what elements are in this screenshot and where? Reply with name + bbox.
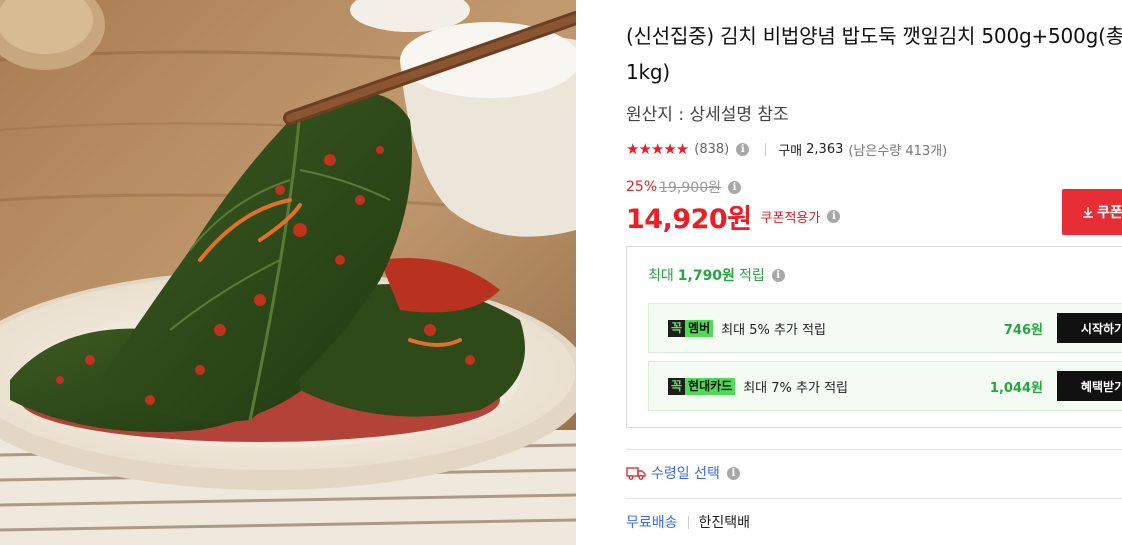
download-icon (1083, 207, 1093, 218)
rating-stars[interactable]: ★★★★★ (626, 140, 689, 158)
courier-name: 한진택배 (698, 515, 751, 531)
rating-row: ★★★★★ (838) i 구매 2,363 (남은수량 413개) (626, 139, 947, 159)
start-button[interactable]: 시작하기 (1057, 313, 1122, 343)
original-price: 19,900원 (659, 180, 721, 196)
discount-rate: 25% (626, 179, 658, 195)
info-icon[interactable]: i (827, 209, 841, 223)
reward-amount: 1,044원 (989, 380, 1043, 396)
reward-row-card: 꼭 현대카드 최대 7% 추가 적립 1,044원 혜택받기 (648, 361, 1122, 411)
sale-price-row: 14,920원 쿠폰적용가 i (626, 199, 841, 235)
coupon-download-button[interactable]: 쿠폰 (1062, 189, 1122, 235)
truck-icon (626, 467, 646, 480)
brand-badge: 현대카드 (685, 377, 736, 395)
kimchi-photo (0, 0, 576, 545)
divider (626, 498, 1122, 499)
origin-label: 원산지 : 상세설명 참조 (626, 105, 789, 125)
remaining-stock: (남은수량 413개) (848, 143, 948, 159)
brand-mark: 꼭 (668, 319, 686, 337)
divider (687, 515, 689, 529)
brand-badge: 멤버 (685, 319, 714, 337)
reward-suffix: 적립 (738, 268, 765, 284)
product-image (0, 0, 576, 545)
product-title: (신선집중) 김치 비법양념 밥도둑 깻잎김치 500g+500g(총 1kg) (626, 24, 1122, 84)
shipping-row: 무료배송 한진택배 (626, 512, 750, 532)
divider (626, 449, 1122, 450)
info-icon[interactable]: i (726, 466, 740, 480)
info-icon[interactable]: i (736, 142, 750, 156)
product-info-panel: (신선집중) 김치 비법양념 밥도둑 깻잎김치 500g+500g(총 1kg)… (576, 0, 1122, 545)
reward-box: 최대 1,790원 적립 i 꼭 멤버 최대 5% 추가 적립 746원 시작하… (626, 246, 1122, 428)
rating-count[interactable]: (838) (694, 142, 729, 157)
purchase-count: 2,363 (806, 141, 844, 157)
info-icon[interactable]: i (728, 180, 741, 194)
sale-price: 14,920원 (626, 203, 752, 235)
free-shipping-label: 무료배송 (626, 515, 678, 531)
brand-mark: 꼭 (668, 377, 686, 395)
reward-prefix: 최대 (648, 268, 674, 284)
coupon-price-note: 쿠폰적용가 (760, 210, 821, 226)
reward-max-amount: 1,790원 (677, 268, 735, 284)
reward-description: 최대 5% 추가 적립 (721, 322, 826, 338)
get-benefit-button[interactable]: 혜택받기 (1057, 371, 1122, 401)
delivery-date-select[interactable]: 수령일 선택 i (626, 463, 740, 483)
info-icon[interactable]: i (771, 268, 785, 282)
reward-amount: 746원 (1003, 322, 1043, 338)
reward-description: 최대 7% 추가 적립 (743, 380, 848, 396)
purchase-label: 구매 (778, 143, 803, 159)
delivery-select-label: 수령일 선택 (651, 466, 720, 482)
reward-row-member: 꼭 멤버 최대 5% 추가 적립 746원 시작하기 (648, 303, 1122, 353)
coupon-button-label: 쿠폰 (1097, 205, 1122, 221)
reward-header: 최대 1,790원 적립 i (648, 265, 785, 285)
original-price-row: 25% 19,900원 i (626, 177, 741, 197)
divider (765, 142, 767, 156)
